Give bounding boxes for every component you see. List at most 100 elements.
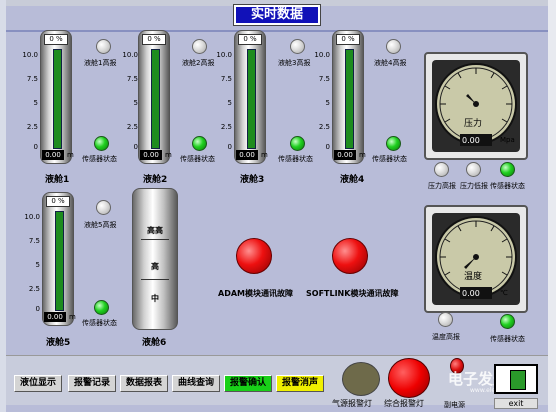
page-title: 实时数据 (233, 4, 321, 26)
tank-3-high-alarm-label: 液舱3高报 (278, 59, 311, 67)
tank-3-gauge: 0 % 0.00 m (234, 30, 268, 164)
pressure-gauge-name: 压力 (464, 119, 483, 129)
curve-query-button[interactable]: 曲线查询 (172, 375, 220, 392)
tank-6-level-mid: 中 (151, 294, 159, 303)
scale-tick-label: 7.5 (318, 75, 330, 83)
pressure-high-alarm-label: 压力高报 (428, 182, 456, 190)
tank-1-sensor-lamp (94, 136, 109, 151)
tank-2-gauge: 0 % 0.00 m (138, 30, 172, 164)
tank-5-high-alarm-lamp (96, 200, 111, 215)
pressure-sensor-label: 传感器状态 (490, 182, 525, 190)
scale-tick-label: 0 (33, 143, 38, 151)
tank-5-label: 液舱5 (46, 338, 71, 348)
data-report-button[interactable]: 数据报表 (120, 375, 168, 392)
tank-4-sensor-lamp (386, 136, 401, 151)
tank-5-sensor-label: 传感器状态 (82, 319, 117, 327)
tank-2-percent-readout: 0 % (142, 34, 166, 45)
tank-1-high-alarm-lamp (96, 39, 111, 54)
tank-4-sensor-label: 传感器状态 (372, 155, 407, 163)
tank-4-high-alarm-lamp (386, 39, 401, 54)
temperature-gauge-name: 温度 (464, 272, 483, 282)
scale-tick-label: 7.5 (126, 75, 138, 83)
temperature-readout: 0.00 (462, 289, 480, 298)
scale-tick-label: 2.5 (220, 123, 232, 131)
tank-1-label: 液舱1 (45, 175, 70, 185)
tank-6-label: 液舱6 (142, 338, 167, 348)
scale-tick-label: 2.5 (28, 285, 40, 293)
tank-4-label: 液舱4 (340, 175, 365, 185)
scale-tick-label: 2.5 (26, 123, 38, 131)
tank-4-unit: m (359, 151, 366, 159)
level-divider (141, 239, 169, 240)
tank-5-high-alarm-label: 液舱5高报 (84, 221, 117, 229)
tank-5-level-bar (55, 211, 64, 311)
scale-tick-label: 7.5 (28, 237, 40, 245)
title-divider (6, 30, 548, 32)
tank-6-level-high: 高 (151, 262, 159, 271)
scale-tick-label: 7.5 (220, 75, 232, 83)
tank-2-high-alarm-label: 液舱2高报 (182, 59, 215, 67)
tank-1-level-bar (53, 49, 62, 149)
softlink-comm-fault-label: SOFTLINK模块通讯故障 (306, 289, 399, 298)
pressure-low-alarm-label: 压力低报 (460, 182, 488, 190)
tank-4-high-alarm-label: 液舱4高报 (374, 59, 407, 67)
tank-4-percent-readout: 0 % (336, 34, 360, 45)
tank-2-label: 液舱2 (143, 175, 168, 185)
alarm-silence-button[interactable]: 报警消声 (276, 375, 324, 392)
pressure-sensor-lamp (500, 162, 515, 177)
level-divider (141, 279, 169, 280)
tank-3-percent-readout: 0 % (238, 34, 262, 45)
pressure-low-alarm-lamp (466, 162, 481, 177)
temperature-high-alarm-label: 温度高报 (432, 333, 460, 341)
temperature-unit: ℃ (500, 289, 508, 297)
general-alarm-lamp (388, 358, 430, 398)
scale-tick-label: 10.0 (122, 51, 138, 59)
tank-3-level-bar (247, 49, 256, 149)
scale-tick-label: 2.5 (318, 123, 330, 131)
scale-tick-label: 10.0 (24, 213, 40, 221)
tank-3-high-alarm-lamp (290, 39, 305, 54)
tank-4-level-readout: 0.00 (334, 150, 356, 160)
scale-tick-label: 7.5 (26, 75, 38, 83)
tank-1-unit: m (67, 151, 74, 159)
tank-2-sensor-lamp (192, 136, 207, 151)
window-left-edge (0, 0, 6, 412)
tank-5-sensor-lamp (94, 300, 109, 315)
tank-2-level-bar (151, 49, 160, 149)
tank-1-sensor-label: 传感器状态 (82, 155, 117, 163)
pressure-gauge: 压力 0.00 Mpa (424, 52, 528, 160)
tank-2-high-alarm-lamp (192, 39, 207, 54)
tank-2-unit: m (165, 151, 172, 159)
scale-tick-label: 2.5 (126, 123, 138, 131)
scale-tick-label: 0 (227, 143, 232, 151)
tank-6-level-high-high: 高高 (147, 226, 163, 235)
scale-tick-label: 0 (133, 143, 138, 151)
softlink-comm-fault-lamp (332, 238, 368, 274)
scale-tick-label: 10.0 (216, 51, 232, 59)
adam-comm-fault-label: ADAM模块通讯故障 (218, 289, 293, 298)
source-alarm-lamp-label: 气源报警灯 (332, 399, 372, 408)
general-alarm-lamp-label: 综合报警灯 (384, 399, 424, 408)
scale-tick-label: 0 (35, 305, 40, 313)
tank-3-label: 液舱3 (240, 175, 265, 185)
backup-source-label: 副电源 (444, 401, 465, 409)
level-display-button[interactable]: 液位显示 (14, 375, 62, 392)
alarm-confirm-button[interactable]: 报警确认 (224, 375, 272, 392)
alarm-record-button[interactable]: 报警记录 (68, 375, 116, 392)
tank-5-unit: m (69, 313, 76, 321)
exit-label[interactable]: exit (494, 398, 538, 409)
tank-3-sensor-label: 传感器状态 (278, 155, 313, 163)
tank-3-level-readout: 0.00 (236, 150, 258, 160)
exit-button[interactable] (494, 364, 538, 394)
tank-1-high-alarm-label: 液舱1高报 (84, 59, 117, 67)
scale-tick-label: 5 (227, 99, 232, 107)
tank-3-unit: m (261, 151, 268, 159)
tank-6-level-switches: 高高 高 中 (132, 188, 178, 330)
temperature-sensor-lamp (500, 314, 515, 329)
scale-tick-label: 10.0 (314, 51, 330, 59)
adam-comm-fault-lamp (236, 238, 272, 274)
pressure-unit: Mpa (500, 136, 515, 144)
tank-1-level-readout: 0.00 (42, 150, 64, 160)
tank-4-level-bar (345, 49, 354, 149)
tank-5-level-readout: 0.00 (44, 312, 66, 322)
